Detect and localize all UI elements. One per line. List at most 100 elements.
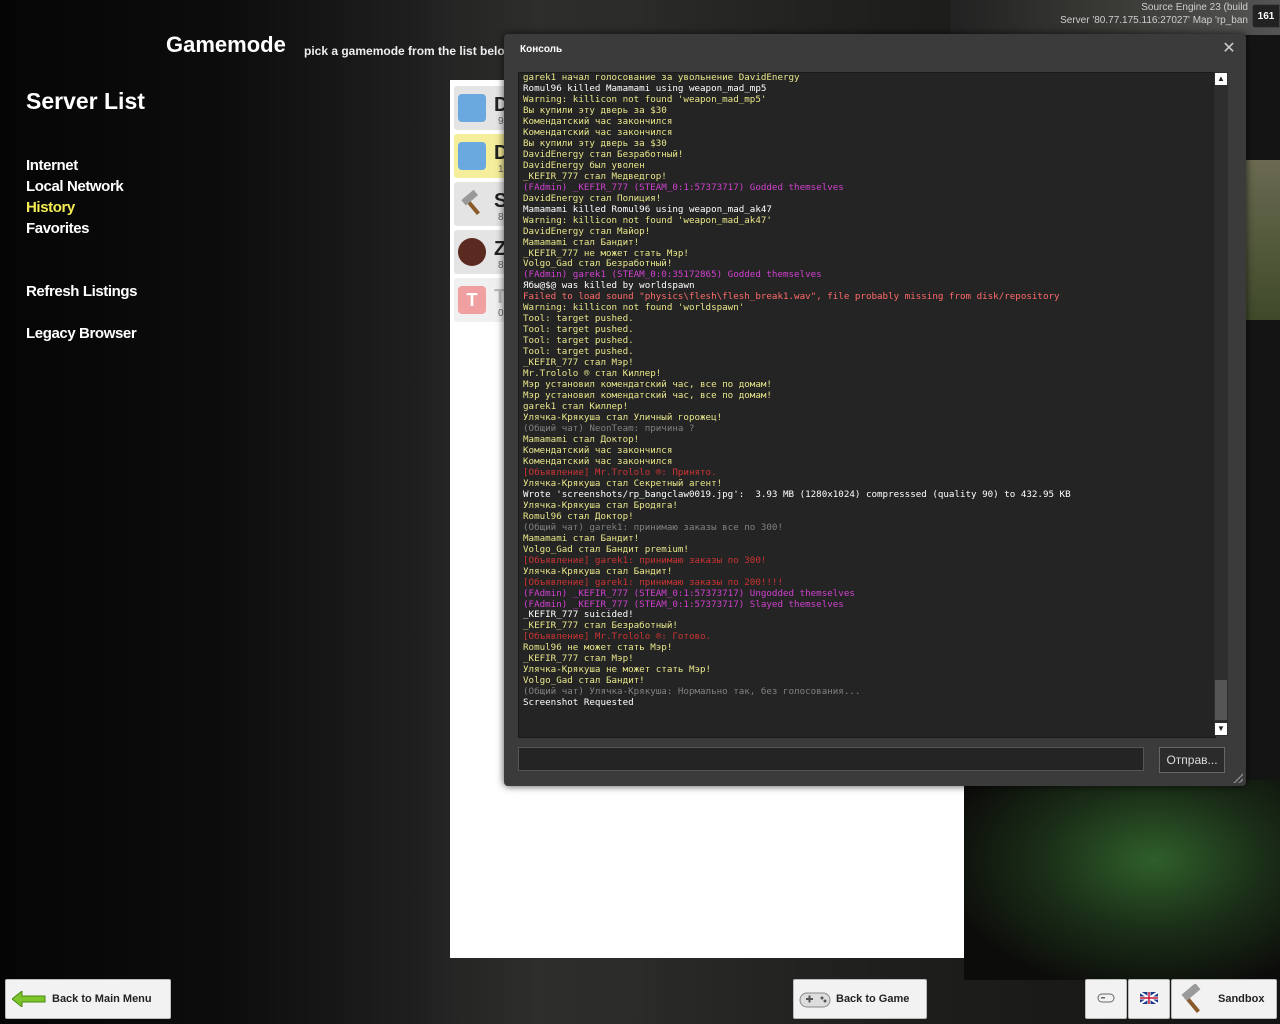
- console-line: Улячка-Крякуша стал Бродяга!: [523, 499, 678, 511]
- console-line: _KEFIR_777 стал Безработный!: [523, 620, 678, 632]
- box-icon: [458, 142, 486, 170]
- console-line: Volgo_Gad стал Безработный!: [523, 258, 673, 270]
- console-line: (FAdmin) _KEFIR_777 (STEAM_0:1:57373717)…: [523, 587, 855, 599]
- scroll-thumb[interactable]: [1215, 680, 1227, 720]
- gamemode-count: 1: [498, 164, 504, 175]
- console-line: (Общий чат) NeonTeam: причина ?: [523, 423, 695, 434]
- console-line: _KEFIR_777 стал Мэр!: [523, 653, 634, 665]
- server-list-title: Server List: [26, 88, 145, 114]
- console-input[interactable]: [518, 747, 1144, 771]
- sandbox-label: Sandbox: [1218, 993, 1265, 1005]
- console-line: _KEFIR_777 стал Мэр!: [523, 357, 634, 369]
- console-line: (Общий чат) Улячка-Крякуша: Нормально та…: [523, 686, 861, 698]
- close-icon[interactable]: ✕: [1222, 41, 1236, 57]
- console-line: DavidEnergy стал Безработный!: [523, 148, 684, 160]
- scroll-up-icon[interactable]: ▲: [1215, 73, 1227, 85]
- back-to-main-label: Back to Main Menu: [52, 993, 152, 1005]
- legacy-browser-button[interactable]: Legacy Browser: [26, 325, 137, 342]
- console-line: DavidEnergy стал Майор!: [523, 225, 651, 237]
- gamemode-count: 8: [498, 212, 504, 223]
- console-title: Консоль: [520, 44, 563, 55]
- console-line: Volgo_Gad стал Бандит!: [523, 675, 645, 687]
- console-line: Мэр установил комендатский час, все по д…: [523, 379, 772, 391]
- back-to-game-button[interactable]: Back to Game: [793, 979, 927, 1019]
- console-line: (FAdmin) _KEFIR_777 (STEAM_0:1:57373717)…: [523, 598, 844, 610]
- console-line: Warning: killicon not found 'weapon_mad_…: [523, 214, 772, 226]
- hammer-icon: [1176, 983, 1208, 1014]
- language-button[interactable]: [1128, 979, 1170, 1019]
- console-line: Улячка-Крякуша стал Секретный агент!: [523, 477, 723, 489]
- gamemode-count: 8: [498, 260, 504, 271]
- console-line: Warning: killicon not found 'weapon_mad_…: [523, 93, 767, 105]
- console-line: (Общий чат) garek1: принимаю заказы все …: [523, 521, 783, 533]
- background-weapon-view: [964, 780, 1280, 980]
- console-line: Вы купили эту дверь за $30: [523, 104, 667, 116]
- arrow-left-icon: [11, 989, 46, 1009]
- console-line: Mamamami стал Бандит!: [523, 236, 640, 248]
- nav-local-network[interactable]: Local Network: [26, 178, 124, 195]
- console-line: (FAdmin) garek1 (STEAM_0:0:35172865) God…: [523, 269, 822, 281]
- console-line: Failed to load sound "physics\flesh\fles…: [523, 291, 1060, 303]
- send-button[interactable]: Отправ...: [1159, 747, 1225, 773]
- console-log: garek1 начал голосование за увольнение D…: [518, 72, 1216, 738]
- uk-flag-icon: [1139, 990, 1159, 1007]
- console-line: Улячка-Крякуша стал Уличный горожец!: [523, 412, 723, 424]
- console-line: garek1 начал голосование за увольнение D…: [523, 72, 800, 83]
- console-line: DavidEnergy был уволен: [523, 159, 645, 171]
- console-line: DavidEnergy стал Полиция!: [523, 192, 662, 204]
- nav-internet[interactable]: Internet: [26, 157, 78, 174]
- console-line: _KEFIR_777 стал Медведгор!: [523, 170, 667, 182]
- back-to-game-label: Back to Game: [836, 993, 910, 1005]
- console-line: [Объявление] garek1: принимаю заказы по …: [523, 576, 783, 588]
- gamepad-settings-button[interactable]: [1085, 979, 1127, 1019]
- controller-icon: [1097, 991, 1115, 1008]
- console-line: [Объявление] garek1: принимаю заказы по …: [523, 554, 767, 566]
- scroll-down-icon[interactable]: ▼: [1215, 723, 1227, 735]
- gamemode-subtitle: pick a gamemode from the list belo: [304, 44, 505, 58]
- console-line: Romul96 не может стать Мэр!: [523, 642, 673, 654]
- console-line: [Объявление] Mr.Trololo ®: Готово.: [523, 631, 712, 643]
- console-line: _KEFIR_777 не может стать Мэр!: [523, 247, 689, 259]
- server-info: Server '80.77.175.116:27027' Map 'rp_ban: [1060, 15, 1248, 26]
- console-line: Romul96 killed Mamamami using weapon_mad…: [523, 82, 767, 94]
- console-scrollbar[interactable]: ▲ ▼: [1214, 72, 1228, 736]
- console-line: (FAdmin) _KEFIR_777 (STEAM_0:1:57373717)…: [523, 181, 844, 193]
- gamemode-count: 9: [498, 116, 504, 127]
- console-line: [Объявление] Mr.Trololo ®: Принято.: [523, 466, 717, 478]
- engine-build: Source Engine 23 (build: [1141, 2, 1248, 13]
- console-line: Mamamami стал Бандит!: [523, 532, 640, 544]
- console-lines: garek1 начал голосование за увольнение D…: [523, 72, 1071, 709]
- sandbox-button[interactable]: Sandbox: [1171, 979, 1277, 1019]
- console-line: Warning: killicon not found 'worldspawn': [523, 302, 745, 314]
- console-line: Tool: target pushed.: [523, 346, 634, 358]
- console-line: Вы купили эту дверь за $30: [523, 137, 667, 149]
- console-line: Улячка-Крякуша не может стать Мэр!: [523, 664, 712, 676]
- t-icon: T: [458, 286, 486, 314]
- gamemode-title: Gamemode: [166, 32, 286, 57]
- background-grass: [1240, 160, 1280, 320]
- console-line: Mr.Trololo ® стал Киллер!: [523, 368, 662, 380]
- console-line: Mamamami killed Romul96 using weapon_mad…: [523, 203, 772, 215]
- console-line: garek1 стал Киллер!: [523, 401, 629, 413]
- console-line: Комендатский час закончился: [523, 444, 673, 456]
- console-line: Mamamami стал Доктор!: [523, 433, 640, 445]
- console-line: Tool: target pushed.: [523, 313, 634, 325]
- zombie-icon: [458, 238, 486, 266]
- back-to-main-menu-button[interactable]: Back to Main Menu: [5, 979, 171, 1019]
- nav-favorites[interactable]: Favorites: [26, 220, 90, 237]
- refresh-listings-button[interactable]: Refresh Listings: [26, 283, 138, 300]
- console-line: Romul96 стал Доктор!: [523, 510, 634, 522]
- console-line: Комендатский час закончился: [523, 455, 673, 467]
- console-line: Ябы@$@ was killed by worldspawn: [523, 280, 695, 292]
- console-window[interactable]: Консоль ✕ garek1 начал голосование за ув…: [504, 34, 1246, 786]
- console-line: Volgo_Gad стал Бандит premium!: [523, 543, 689, 555]
- nav-history[interactable]: History: [26, 199, 75, 216]
- console-line: Улячка-Крякуша стал Бандит!: [523, 565, 673, 577]
- gamemode-count: 0: [498, 308, 504, 319]
- console-line: Комендатский час закончился: [523, 115, 673, 127]
- resize-grip-icon[interactable]: [1233, 773, 1243, 783]
- console-line: Screenshot Requested: [523, 697, 634, 709]
- box-icon: [458, 94, 486, 122]
- console-line: Мэр установил комендатский час, все по д…: [523, 390, 772, 402]
- console-line: Комендатский час закончился: [523, 126, 673, 138]
